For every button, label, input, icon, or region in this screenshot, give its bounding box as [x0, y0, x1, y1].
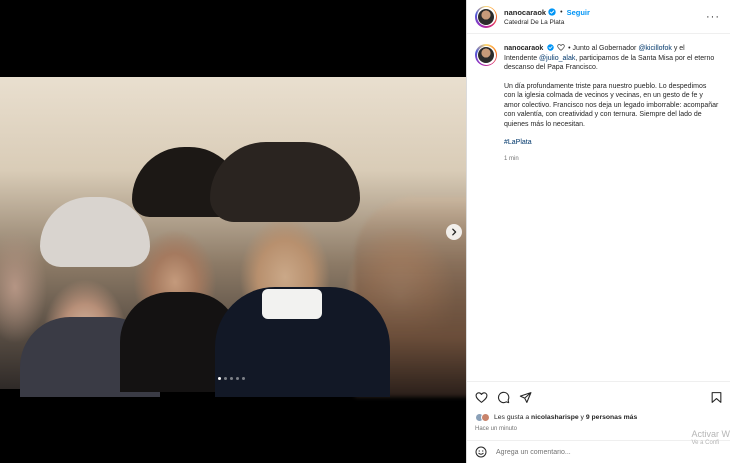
- likes-middle: y: [580, 414, 584, 421]
- like-heart-icon[interactable]: [475, 391, 488, 404]
- share-send-icon[interactable]: [519, 391, 532, 404]
- carousel-dot: [236, 377, 239, 380]
- post-side-panel: nanocaraok • Seguir Catedral De La Plata…: [466, 0, 730, 463]
- header-separator: •: [560, 8, 563, 16]
- bookmark-icon[interactable]: [710, 391, 723, 404]
- chevron-right-icon: [452, 228, 457, 236]
- emoji-icon[interactable]: [475, 446, 487, 458]
- author-username[interactable]: nanocaraok: [504, 8, 546, 17]
- post-timestamp: Hace un minuto: [475, 426, 518, 432]
- likes-summary: Les gusta a nicolasharispe y 9 personas …: [475, 413, 723, 422]
- verified-badge-icon: [547, 44, 554, 51]
- likes-others-link[interactable]: 9 personas más: [586, 414, 637, 421]
- avatar: [481, 413, 490, 422]
- action-bar: [475, 388, 723, 406]
- comment-input[interactable]: [496, 448, 676, 456]
- carousel-indicator: [218, 377, 245, 380]
- caption-first-paragraph: nanocaraok • Junto al Gobernador @kicill…: [504, 44, 719, 73]
- carousel-dot: [224, 377, 227, 380]
- location-link[interactable]: Catedral De La Plata: [504, 19, 590, 26]
- os-activation-watermark: Activar W Ve a Confi: [691, 429, 730, 446]
- watermark-line: Activar W: [691, 429, 730, 439]
- more-options-button[interactable]: ···: [706, 11, 722, 23]
- watermark-line: Ve a Confi: [691, 440, 720, 446]
- next-slide-button[interactable]: [446, 224, 462, 240]
- caption-text: • Junto al Gobernador: [568, 45, 637, 52]
- carousel-dot: [230, 377, 233, 380]
- mention-link[interactable]: @kicillofok: [638, 45, 672, 52]
- liker-username[interactable]: nicolasharispe: [531, 414, 579, 421]
- likes-prefix: Les gusta a: [494, 414, 530, 421]
- post-actions-section: Les gusta a nicolasharispe y 9 personas …: [467, 381, 730, 432]
- verified-badge-icon: [548, 8, 556, 16]
- hashtag-link[interactable]: #LaPlata: [504, 138, 719, 148]
- heart-icon: [557, 44, 565, 51]
- liker-avatars: [475, 413, 490, 422]
- post-photo[interactable]: [0, 77, 466, 397]
- post-modal: nanocaraok • Seguir Catedral De La Plata…: [0, 0, 730, 463]
- carousel-dot: [218, 377, 221, 380]
- follow-button[interactable]: Seguir: [567, 8, 590, 17]
- post-caption: nanocaraok • Junto al Gobernador @kicill…: [467, 34, 730, 163]
- mention-link[interactable]: @julio_alak: [539, 55, 575, 62]
- avatar[interactable]: [475, 44, 497, 66]
- carousel-dot: [242, 377, 245, 380]
- post-header: nanocaraok • Seguir Catedral De La Plata…: [467, 0, 730, 34]
- comment-icon[interactable]: [497, 391, 510, 404]
- caption-paragraph: Un día profundamente triste para nuestro…: [504, 82, 719, 128]
- media-panel: [0, 0, 466, 463]
- avatar[interactable]: [475, 5, 497, 28]
- caption-username[interactable]: nanocaraok: [504, 45, 543, 52]
- caption-timestamp: 1 min: [504, 155, 519, 162]
